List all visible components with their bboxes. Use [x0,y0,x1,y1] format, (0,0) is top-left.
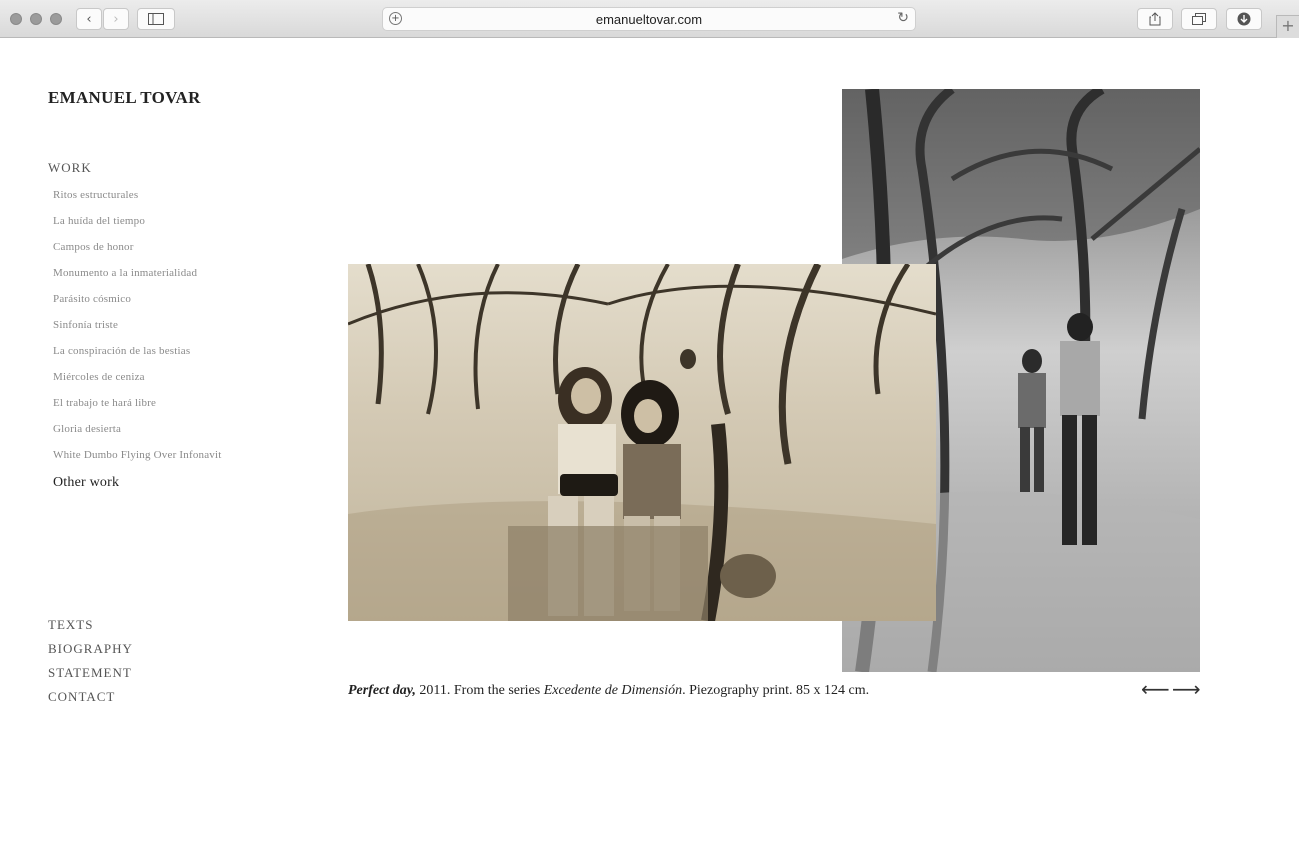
work-item[interactable]: White Dumbo Flying Over Infonavit [53,449,222,475]
back-button[interactable]: ‹ [76,8,102,30]
address-bar[interactable]: + emanueltovar.com ↻ [382,7,916,31]
url-text[interactable]: emanueltovar.com [383,12,915,27]
nav-contact[interactable]: CONTACT [48,689,133,713]
work-list: Ritos estructurales La huída del tiempo Ca… [53,189,222,501]
work-item[interactable]: Ritos estructurales [53,189,222,215]
artwork-caption: Perfect day, 2011. From the series Exced… [348,683,869,699]
new-tab-button[interactable]: + [1276,15,1299,38]
download-icon [1237,12,1251,26]
next-arrow-icon[interactable]: ⟶ [1172,677,1201,701]
share-button[interactable] [1137,8,1173,30]
photo-two-women-seated[interactable] [348,264,936,621]
reload-icon[interactable]: ↻ [897,10,909,26]
work-item[interactable]: Other work [53,475,222,501]
previous-arrow-icon[interactable]: ⟵ [1141,677,1170,701]
work-item[interactable]: La conspiración de las bestias [53,345,222,371]
work-item[interactable]: Miércoles de ceniza [53,371,222,397]
work-item[interactable]: La huída del tiempo [53,215,222,241]
artwork-series: Excedente de Dimensión [543,683,683,698]
work-item[interactable]: Gloria desierta [53,423,222,449]
plus-icon: + [1281,16,1295,35]
close-window-button[interactable] [10,13,22,25]
nav-biography[interactable]: BIOGRAPHY [48,641,133,665]
work-item[interactable]: Campos de honor [53,241,222,267]
work-item[interactable]: Monumento a la inmaterialidad [53,267,222,293]
nav-texts[interactable]: TEXTS [48,617,133,641]
minimize-window-button[interactable] [30,13,42,25]
downloads-button[interactable] [1226,8,1262,30]
nav-work[interactable]: WORK [48,160,92,176]
chevron-right-icon: › [113,11,119,27]
zoom-window-button[interactable] [50,13,62,25]
forward-button[interactable]: › [103,8,129,30]
work-item[interactable]: El trabajo te hará libre [53,397,222,423]
sidebar-icon [148,13,164,25]
share-icon [1149,12,1161,26]
work-item[interactable]: Sinfonía triste [53,319,222,345]
nav-statement[interactable]: STATEMENT [48,665,133,689]
chevron-left-icon: ‹ [86,11,92,27]
artwork-year: 2011. From the series [415,683,544,698]
tabs-icon [1192,13,1206,25]
bottom-nav: TEXTS BIOGRAPHY STATEMENT CONTACT [48,617,133,713]
sidebar-toggle-button[interactable] [137,8,175,30]
site-title[interactable]: EMANUEL TOVAR [48,88,201,108]
tabs-overview-button[interactable] [1181,8,1217,30]
artwork-details: . Piezography print. 85 x 124 cm. [682,683,870,698]
work-item[interactable]: Parásito cósmico [53,293,222,319]
artwork-title: Perfect day, [348,683,416,698]
browser-toolbar: ‹ › + emanueltovar.com ↻ + [0,0,1299,38]
